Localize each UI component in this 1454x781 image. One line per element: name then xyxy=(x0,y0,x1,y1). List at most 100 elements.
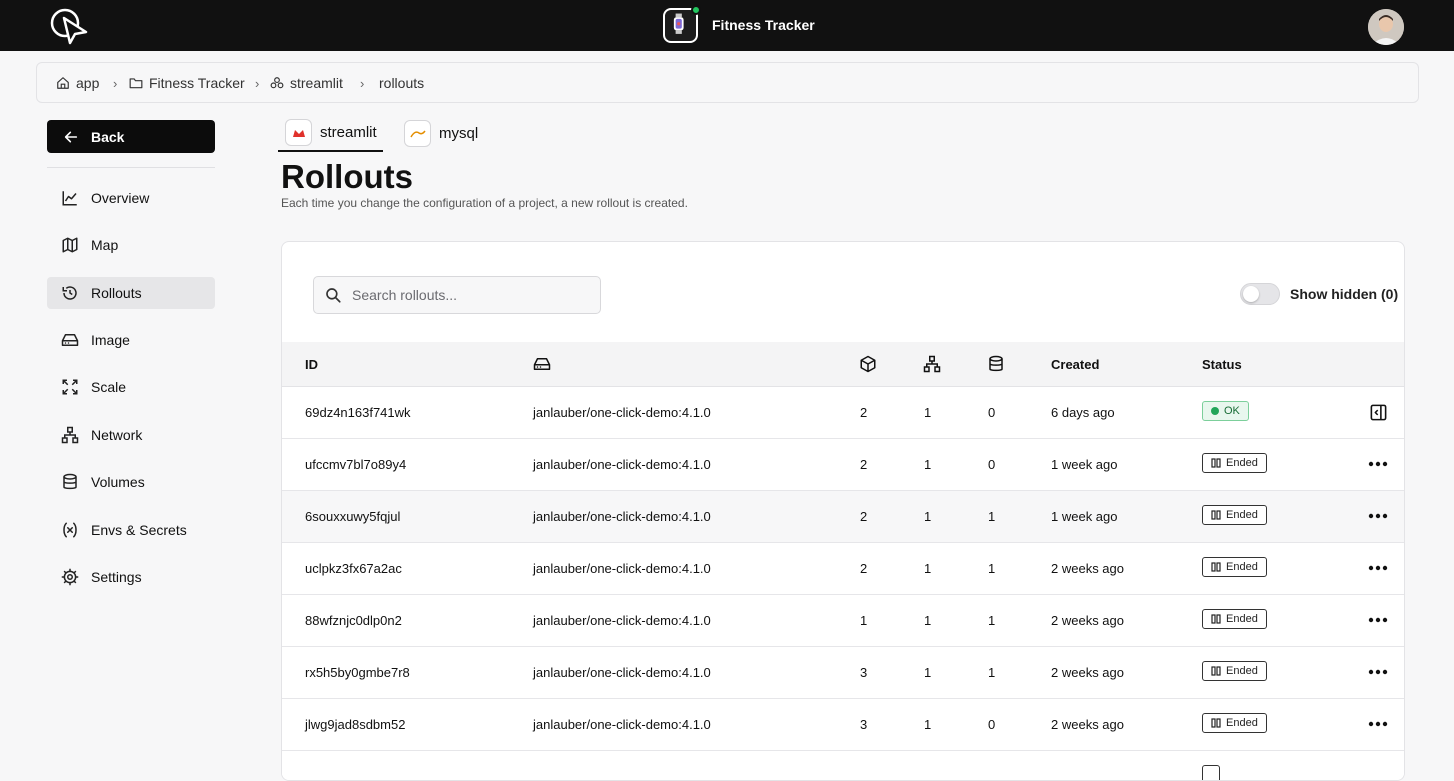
table-row[interactable]: jlwg9jad8sdbm52 janlauber/one-click-demo… xyxy=(282,699,1404,751)
search-icon xyxy=(326,288,341,303)
pause-icon xyxy=(1211,510,1221,520)
status-badge: Ended xyxy=(1202,609,1267,629)
sidebar-item-volumes[interactable]: Volumes xyxy=(47,466,215,498)
sidebar-divider xyxy=(47,167,215,168)
table-row[interactable]: uclpkz3fx67a2ac janlauber/one-click-demo… xyxy=(282,543,1404,595)
status-label: OK xyxy=(1224,405,1240,417)
table-row[interactable]: 88wfznjc0dlp0n2 janlauber/one-click-demo… xyxy=(282,595,1404,647)
status-label: Ended xyxy=(1226,717,1258,729)
more-options-button[interactable] xyxy=(1367,663,1389,681)
scale-icon xyxy=(62,379,78,395)
panel-left-open-icon xyxy=(1370,404,1386,420)
show-hidden-toggle[interactable] xyxy=(1240,283,1280,305)
pause-icon xyxy=(1211,458,1221,468)
rollout-id: 69dz4n163f741wk xyxy=(305,405,411,420)
rollout-id: 6souxxuwy5fqjul xyxy=(305,509,401,524)
breadcrumb: app › Fitness Tracker › streamlit › roll… xyxy=(36,62,1419,103)
rollout-created: 6 days ago xyxy=(1051,405,1115,420)
table-row[interactable]: rx5h5by0gmbe7r8 janlauber/one-click-demo… xyxy=(282,647,1404,699)
sidebar-item-map[interactable]: Map xyxy=(47,229,215,261)
table-row[interactable]: 6souxxuwy5fqjul janlauber/one-click-demo… xyxy=(282,491,1404,543)
breadcrumb-app-label: app xyxy=(76,75,100,91)
mysql-icon xyxy=(404,120,431,147)
rollout-volumes: 0 xyxy=(988,457,996,472)
sidebar-item-scale[interactable]: Scale xyxy=(47,371,215,403)
sidebar-item-overview[interactable]: Overview xyxy=(47,182,215,214)
rollout-image: janlauber/one-click-demo:4.1.0 xyxy=(533,665,711,680)
rollout-volumes: 0 xyxy=(988,717,996,732)
breadcrumb-page[interactable]: rollouts xyxy=(379,75,424,91)
more-options-button[interactable] xyxy=(1367,611,1389,629)
column-header-id: ID xyxy=(305,357,318,372)
more-options-button[interactable] xyxy=(1367,507,1389,525)
status-badge: Ended xyxy=(1202,713,1267,733)
status-badge: Ended xyxy=(1202,661,1267,681)
rollout-image: janlauber/one-click-demo:4.1.0 xyxy=(533,457,711,472)
rollout-volumes: 1 xyxy=(988,561,996,576)
table-row[interactable]: ufccmv7bl7o89y4 janlauber/one-click-demo… xyxy=(282,439,1404,491)
sidebar-item-label: Rollouts xyxy=(91,285,142,301)
rollout-id: ufccmv7bl7o89y4 xyxy=(305,457,407,472)
database-icon xyxy=(63,473,77,490)
sidebar-item-label: Scale xyxy=(91,379,127,395)
more-options-button[interactable] xyxy=(1367,455,1389,473)
folder-icon xyxy=(129,78,143,89)
breadcrumb-project[interactable]: Fitness Tracker xyxy=(129,75,245,91)
streamlit-icon xyxy=(285,119,312,146)
chart-line-icon xyxy=(62,191,77,206)
sidebar-item-settings[interactable]: Settings xyxy=(47,561,215,593)
tab-label: mysql xyxy=(439,125,479,142)
chevron-right-icon: › xyxy=(113,76,118,91)
back-button-label: Back xyxy=(91,128,125,145)
breadcrumb-service[interactable]: streamlit xyxy=(270,75,343,91)
box-icon xyxy=(860,355,876,373)
breadcrumb-app[interactable]: app xyxy=(56,75,99,91)
rollout-network: 1 xyxy=(924,717,932,732)
sidebar-item-label: Overview xyxy=(91,190,150,206)
rollout-volumes: 0 xyxy=(988,405,996,420)
tab-mysql[interactable]: mysql xyxy=(404,115,478,152)
chevron-right-icon: › xyxy=(255,76,260,91)
rollout-image: janlauber/one-click-demo:4.1.0 xyxy=(533,405,711,420)
rollout-network: 1 xyxy=(924,405,932,420)
rollout-network: 1 xyxy=(924,665,932,680)
table-row[interactable]: 69dz4n163f741wk janlauber/one-click-demo… xyxy=(282,387,1404,439)
ellipsis-icon xyxy=(1368,461,1388,467)
page-title: Rollouts xyxy=(281,158,413,195)
app-logo-icon[interactable] xyxy=(48,6,90,46)
sidebar-item-rollouts[interactable]: Rollouts xyxy=(47,277,215,309)
search-input[interactable] xyxy=(352,287,592,303)
column-header-created: Created xyxy=(1051,357,1100,372)
sidebar-item-label: Envs & Secrets xyxy=(91,522,187,538)
sidebar-item-envs-secrets[interactable]: Envs & Secrets xyxy=(47,514,215,546)
rollout-network: 1 xyxy=(924,561,932,576)
rollout-image: janlauber/one-click-demo:4.1.0 xyxy=(533,717,711,732)
rollout-image: janlauber/one-click-demo:4.1.0 xyxy=(533,509,711,524)
hard-drive-icon xyxy=(61,334,79,346)
arrow-left-icon xyxy=(64,131,78,142)
rollout-image: janlauber/one-click-demo:4.1.0 xyxy=(533,613,711,628)
more-options-button[interactable] xyxy=(1367,715,1389,733)
home-icon xyxy=(57,77,69,89)
rollout-replicas: 3 xyxy=(860,717,868,732)
tab-streamlit[interactable]: streamlit xyxy=(278,115,383,152)
project-avatar[interactable] xyxy=(663,5,701,43)
rollout-created: 2 weeks ago xyxy=(1051,665,1124,680)
table-row[interactable] xyxy=(282,751,1404,780)
rollout-replicas: 2 xyxy=(860,561,868,576)
sidebar-item-image[interactable]: Image xyxy=(47,324,215,356)
rollout-id: 88wfznjc0dlp0n2 xyxy=(305,613,402,628)
user-avatar[interactable] xyxy=(1368,9,1404,45)
status-dot xyxy=(1211,407,1219,415)
panel-toggle-button[interactable] xyxy=(1367,403,1389,421)
ellipsis-icon xyxy=(1368,513,1388,519)
variable-icon xyxy=(63,522,77,538)
page-subtitle: Each time you change the configuration o… xyxy=(281,196,688,210)
back-button[interactable]: Back xyxy=(47,120,215,153)
rollout-created: 2 weeks ago xyxy=(1051,717,1124,732)
sidebar-item-network[interactable]: Network xyxy=(47,419,215,451)
search-box[interactable] xyxy=(313,276,601,314)
pause-icon xyxy=(1211,718,1221,728)
more-options-button[interactable] xyxy=(1367,559,1389,577)
breadcrumb-project-label: Fitness Tracker xyxy=(149,75,245,91)
